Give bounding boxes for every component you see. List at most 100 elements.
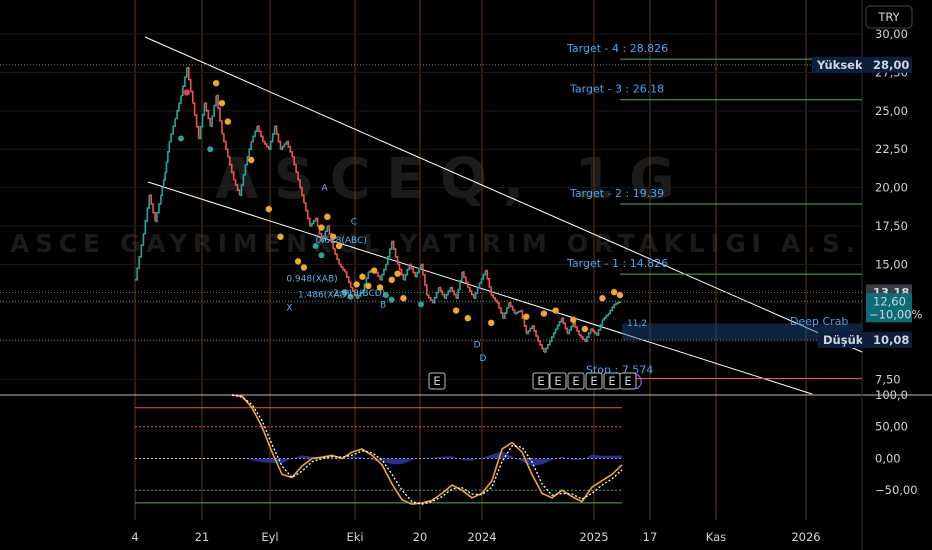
target-label: Target - 4 : 28.826 [566,42,668,55]
y-tick-label: 30,00 [875,27,908,41]
price-step-segment [186,67,194,104]
x-tick-label: 2024 [467,530,496,544]
teal-marker [207,146,214,153]
price-step-segment [549,329,557,342]
teal-marker [318,252,325,259]
orange-marker [265,205,272,213]
red-marker [183,89,191,96]
orange-marker [452,307,460,314]
wave-label: C [351,218,357,228]
x-tick-label: Kas [706,530,726,544]
price-chart[interactable]: ASCEQ, 1G ASCE GAYRIMENKUL YATIRIM ORTAK… [0,0,932,550]
orange-marker [324,213,331,221]
price-step-segment [514,310,522,315]
price-step-segment [538,340,545,352]
price-step-segment [344,271,352,288]
event-badges[interactable]: EEEEEEE [428,372,642,390]
currency-button-label: TRY [877,10,900,24]
event-badge[interactable]: E [603,372,621,390]
level-label: 11,2 [627,319,647,329]
price-step-segment [169,118,176,143]
price-step-segment [432,287,440,304]
target-label: Target - 3 : 26.18 [569,83,664,96]
wave-label: D [480,354,487,364]
price-step-segment [175,95,182,120]
wave-label: B [380,300,386,310]
orange-marker [610,288,618,296]
osc-y-tick-label: 50,00 [875,420,908,434]
ratio-label: 2.618(BCD) [333,289,385,299]
teal-marker [177,135,184,142]
price-step-segment [204,102,212,127]
y-tick-label: 15,00 [875,257,908,271]
price-step-segment [543,341,551,353]
price-step-segment [526,325,533,335]
orange-marker [400,295,407,302]
low-tag-label: Düşük [823,333,864,347]
currency-button[interactable]: TRY [865,5,913,29]
x-tick-label: Eki [346,530,363,544]
orange-marker [294,258,302,265]
price-step-segment [573,322,580,336]
price-step-segment [274,125,282,150]
time-axis: 4 21 Eyl Eki 20 2024 2025 17 Kas 2026 [131,530,820,544]
event-badge[interactable]: E [532,372,550,390]
event-badge-label: E [608,374,615,388]
orange-marker [616,291,624,299]
orange-marker [599,295,606,302]
orange-marker [277,233,284,240]
orange-marker [388,276,395,283]
price-step-segment [462,271,469,288]
price-step-segment [473,282,481,299]
x-tick-label: 4 [131,530,138,544]
event-badge[interactable]: E [585,372,603,390]
teal-marker [388,296,395,303]
event-badge[interactable]: E [619,372,637,390]
event-badge-label: E [590,374,597,388]
event-badge-label: E [537,374,544,388]
x-tick-label: Eyl [261,530,278,544]
y-tick-label: 17,50 [875,219,908,233]
price-step-segment [192,102,200,139]
event-badge-label: E [433,374,440,388]
price-step-segment [403,264,411,281]
y-tick-label: 20,00 [875,181,908,195]
event-badge[interactable]: E [549,372,567,390]
price-step-segment [339,263,346,273]
target-levels: Target - 4 : 28.826 Target - 3 : 26.18 Tar… [0,42,862,380]
price-step-segment [155,195,162,223]
orange-marker [569,316,577,323]
orange-marker [300,264,308,271]
x-tick-label: 2026 [791,530,820,544]
price-step-segment [251,126,258,143]
price-step-segment [608,304,615,315]
price-step-segment [555,318,563,330]
osc-line-signal [231,394,623,505]
event-badge[interactable]: E [567,372,585,390]
orange-marker [394,270,401,277]
price-step-segment [602,313,610,321]
event-badge[interactable]: E [428,372,446,390]
watermark-name: ASCE GAYRIMENKUL YATIRIM ORTAKLIGI A.S. [10,229,855,258]
orange-marker [370,267,378,274]
wave-label: X [286,304,292,314]
price-step-segment [165,141,171,174]
x-tick-label: 2025 [579,530,608,544]
osc-y-tick-label: 100,0 [875,388,908,402]
pattern-label: Deep Crab [790,315,848,328]
orange-marker [359,273,366,280]
ratio-label: 0.948(XAB) [286,274,337,284]
target-label: Target - 2 : 19.39 [569,187,664,200]
oscillator-pane [135,394,623,506]
price-step-segment [257,125,264,142]
price-step-segment [143,195,150,235]
orange-marker [218,99,226,107]
osc-line-main [231,394,623,506]
price-step-segment [380,264,387,281]
change-tag-value: 12,60 [873,294,906,308]
orange-marker [523,313,530,320]
orange-marker [488,319,495,327]
ratio-label: 0.618(ABC) [316,236,367,246]
price-tags: Yüksek 28,0013,1812,60−10,00%Düşük 10,08 [812,56,923,349]
change-tag-percent: −10,00% [869,307,923,321]
